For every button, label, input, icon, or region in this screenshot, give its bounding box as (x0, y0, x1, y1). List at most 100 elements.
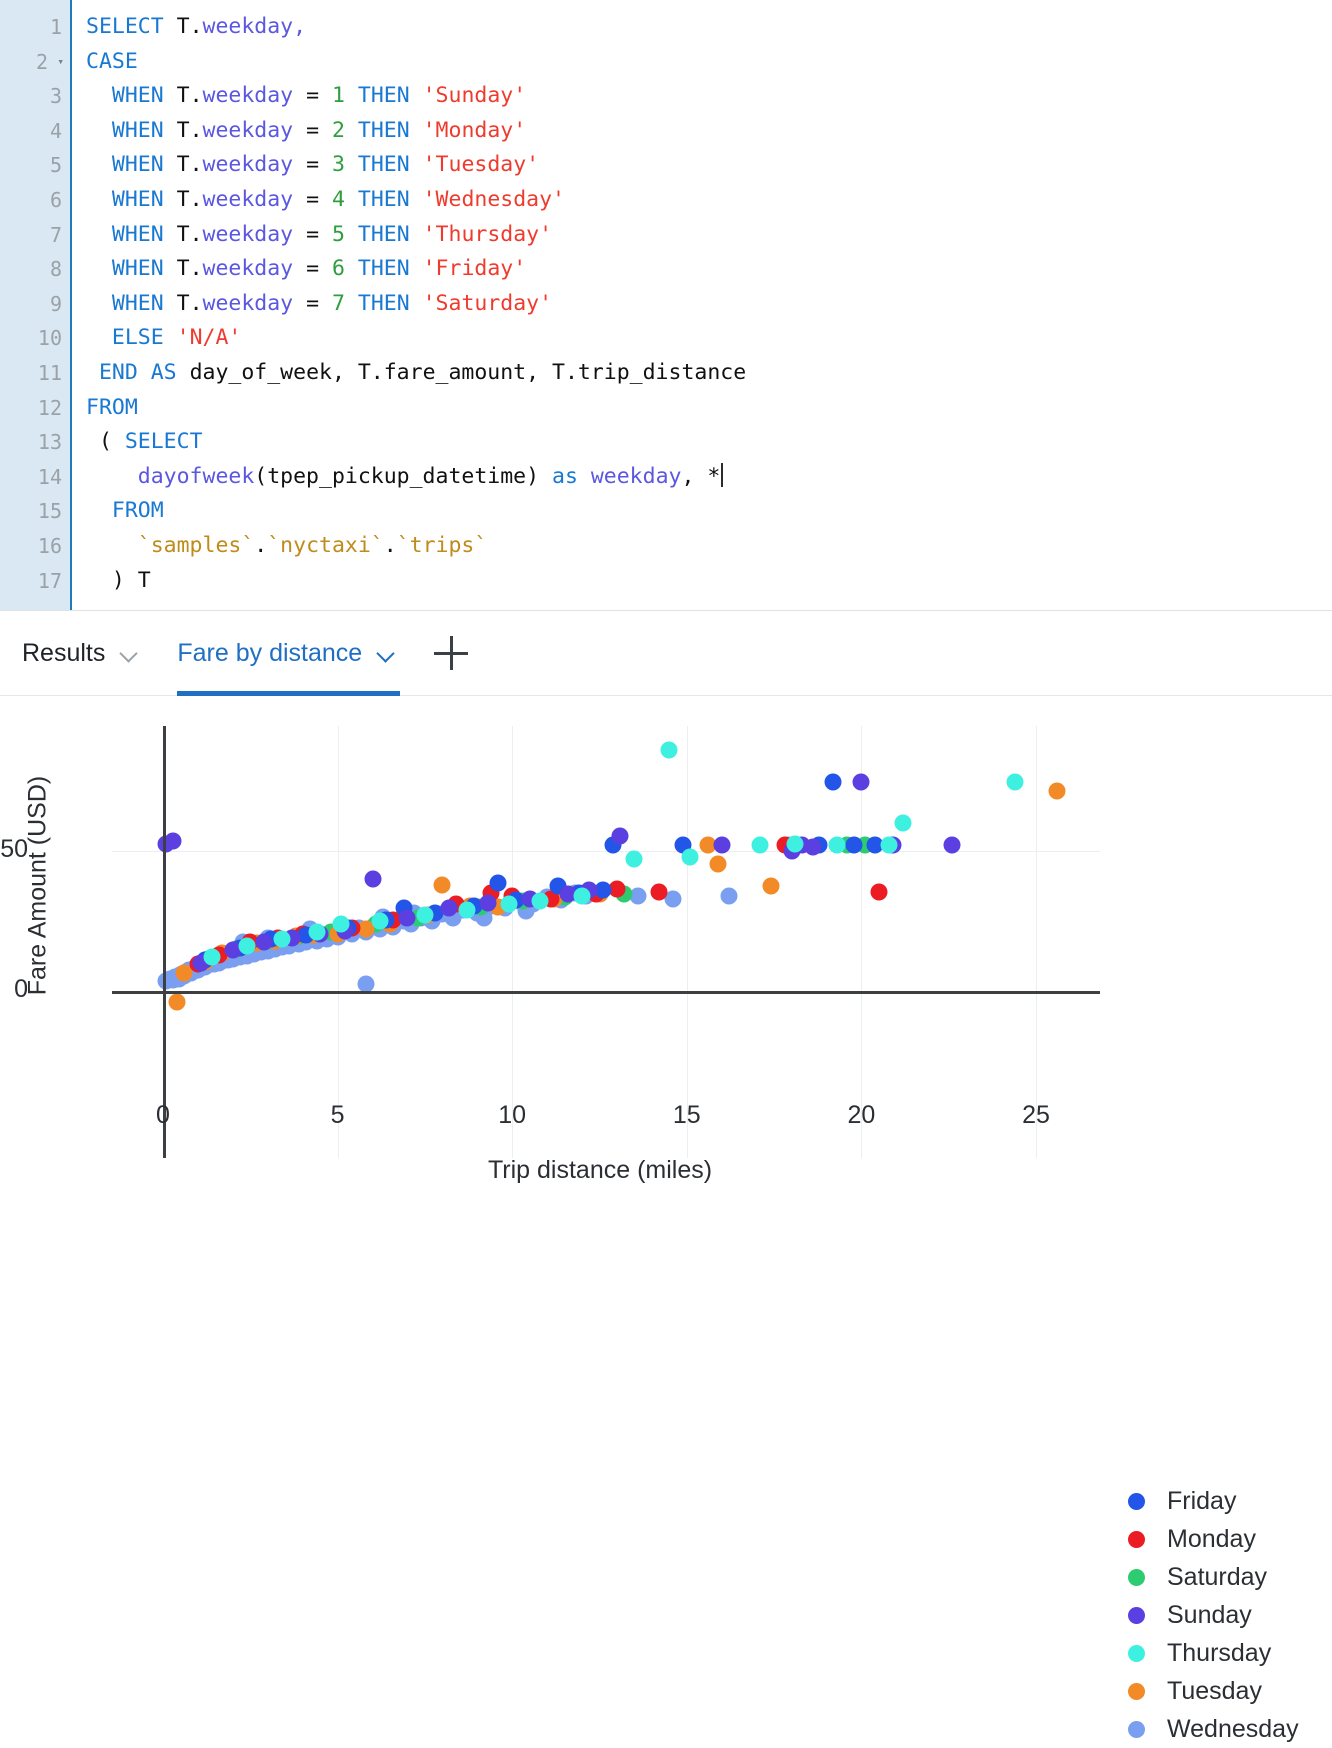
code-line[interactable]: WHEN T.weekday = 4 THEN 'Wednesday' (86, 183, 1332, 218)
code-token: WHEN (86, 186, 164, 212)
tab-results[interactable]: Results (22, 611, 143, 695)
code-line[interactable]: CASE (86, 45, 1332, 80)
code-token: . (383, 532, 397, 558)
code-line[interactable]: ELSE 'N/A' (86, 321, 1332, 356)
results-tab-bar: Results Fare by distance (0, 610, 1332, 696)
legend-item[interactable]: Saturday (1128, 1558, 1332, 1596)
scatter-point (852, 773, 870, 791)
code-token: 'Saturday' (422, 290, 553, 316)
legend-label: Thursday (1167, 1638, 1272, 1667)
code-line[interactable]: FROM (86, 391, 1332, 426)
add-tab-icon[interactable] (434, 636, 469, 670)
code-token: T. (176, 117, 203, 143)
grid-line-vertical (512, 726, 514, 1158)
code-token: WHEN (86, 117, 164, 143)
tab-fare-by-distance[interactable]: Fare by distance (177, 611, 401, 696)
code-line[interactable]: END AS day_of_week, T.fare_amount, T.tri… (86, 356, 1332, 391)
legend-item[interactable]: Thursday (1128, 1634, 1332, 1672)
scatter-point (870, 883, 888, 901)
code-token: SELECT (86, 14, 164, 39)
legend-item[interactable]: Friday (1128, 1482, 1332, 1520)
code-line[interactable]: dayofweek(tpep_pickup_datetime) as weekd… (86, 460, 1332, 495)
editor-line-number-gutter: 1 2 ▾ 3 4 5 6 7 8 9 10 11 12 13 14 15 16 17 (0, 0, 72, 610)
chevron-down-icon[interactable] (378, 645, 394, 661)
scatter-point (943, 836, 961, 854)
scatter-point (573, 887, 591, 905)
legend-item[interactable]: Tuesday (1128, 1672, 1332, 1710)
scatter-point (720, 887, 738, 905)
code-line[interactable]: SELECT T.weekday, (86, 10, 1332, 45)
scatter-point (786, 835, 804, 853)
code-token: 'Sunday' (422, 83, 527, 109)
legend-item[interactable]: Monday (1128, 1520, 1332, 1558)
scatter-point (479, 894, 497, 912)
tab-label: Fare by distance (177, 638, 363, 667)
code-token: weekday (202, 117, 294, 143)
code-line[interactable]: WHEN T.weekday = 1 THEN 'Sunday' (86, 79, 1332, 114)
line-number: 2 ▾ (0, 45, 70, 80)
chevron-down-icon[interactable] (121, 645, 137, 661)
code-token: 'Tuesday' (422, 152, 540, 178)
scatter-point (894, 814, 912, 832)
legend-color-swatch (1128, 1492, 1145, 1510)
scatter-point (416, 906, 434, 924)
code-token: T. (176, 221, 203, 247)
code-line[interactable]: ( SELECT (86, 425, 1332, 460)
code-token: WHEN (86, 152, 164, 178)
scatter-point (273, 930, 291, 948)
scatter-point (709, 855, 727, 873)
line-number: 8 (49, 257, 62, 282)
code-token: weekday (590, 463, 682, 489)
code-line[interactable]: WHEN T.weekday = 7 THEN 'Saturday' (86, 287, 1332, 322)
legend-color-swatch (1128, 1530, 1145, 1548)
fold-toggle-icon[interactable]: ▾ (57, 45, 64, 80)
legend-color-swatch (1128, 1682, 1145, 1700)
code-token: = (293, 83, 332, 109)
code-line[interactable]: WHEN T.weekday = 2 THEN 'Monday' (86, 114, 1332, 149)
legend-label: Saturday (1167, 1562, 1268, 1591)
scatter-point (255, 933, 273, 951)
line-number: 10 (37, 326, 62, 351)
scatter-point (308, 923, 326, 941)
scatter-point (828, 836, 846, 854)
x-axis-tick-label: 20 (847, 1101, 876, 1129)
code-token: 6 (331, 256, 345, 282)
x-axis-tick-label: 15 (672, 1101, 701, 1129)
scatter-point (371, 912, 388, 930)
scatter-point (489, 874, 507, 892)
x-axis-tick-label: 10 (498, 1101, 527, 1129)
legend-color-swatch (1128, 1606, 1145, 1624)
scatter-point (433, 876, 451, 894)
code-token: `samples` (137, 532, 255, 558)
editor-code-area[interactable]: SELECT T.weekday, CASE WHEN T.weekday = 1… (72, 0, 1332, 610)
sql-editor[interactable]: 1 2 ▾ 3 4 5 6 7 8 9 10 11 12 13 14 15 16 17 SELECT T.week… (0, 0, 1332, 610)
code-line[interactable]: WHEN T.weekday = 3 THEN 'Tuesday' (86, 148, 1332, 183)
code-token: 'Friday' (422, 256, 527, 282)
code-line[interactable]: WHEN T.weekday = 5 THEN 'Thursday' (86, 218, 1332, 253)
line-number: 13 (37, 430, 62, 455)
legend-item[interactable]: Sunday (1128, 1596, 1332, 1634)
code-line[interactable]: WHEN T.weekday = 6 THEN 'Friday' (86, 252, 1332, 287)
code-token: THEN (357, 117, 410, 143)
code-token: = (293, 256, 332, 282)
code-line[interactable]: FROM (86, 494, 1332, 529)
scatter-point (164, 832, 182, 850)
code-token: as (552, 463, 578, 489)
code-token: THEN (357, 256, 410, 282)
code-line[interactable]: `samples`.`nyctaxi`.`trips` (86, 529, 1332, 564)
line-number: 3 (49, 84, 62, 109)
code-line[interactable]: ) T (86, 564, 1332, 599)
code-token: 4 (331, 186, 345, 212)
legend-item[interactable]: Wednesday (1128, 1710, 1332, 1748)
code-token: 'Wednesday' (422, 186, 565, 212)
code-token: = (293, 186, 332, 212)
scatter-point (238, 937, 256, 955)
y-axis-line (163, 726, 166, 1158)
